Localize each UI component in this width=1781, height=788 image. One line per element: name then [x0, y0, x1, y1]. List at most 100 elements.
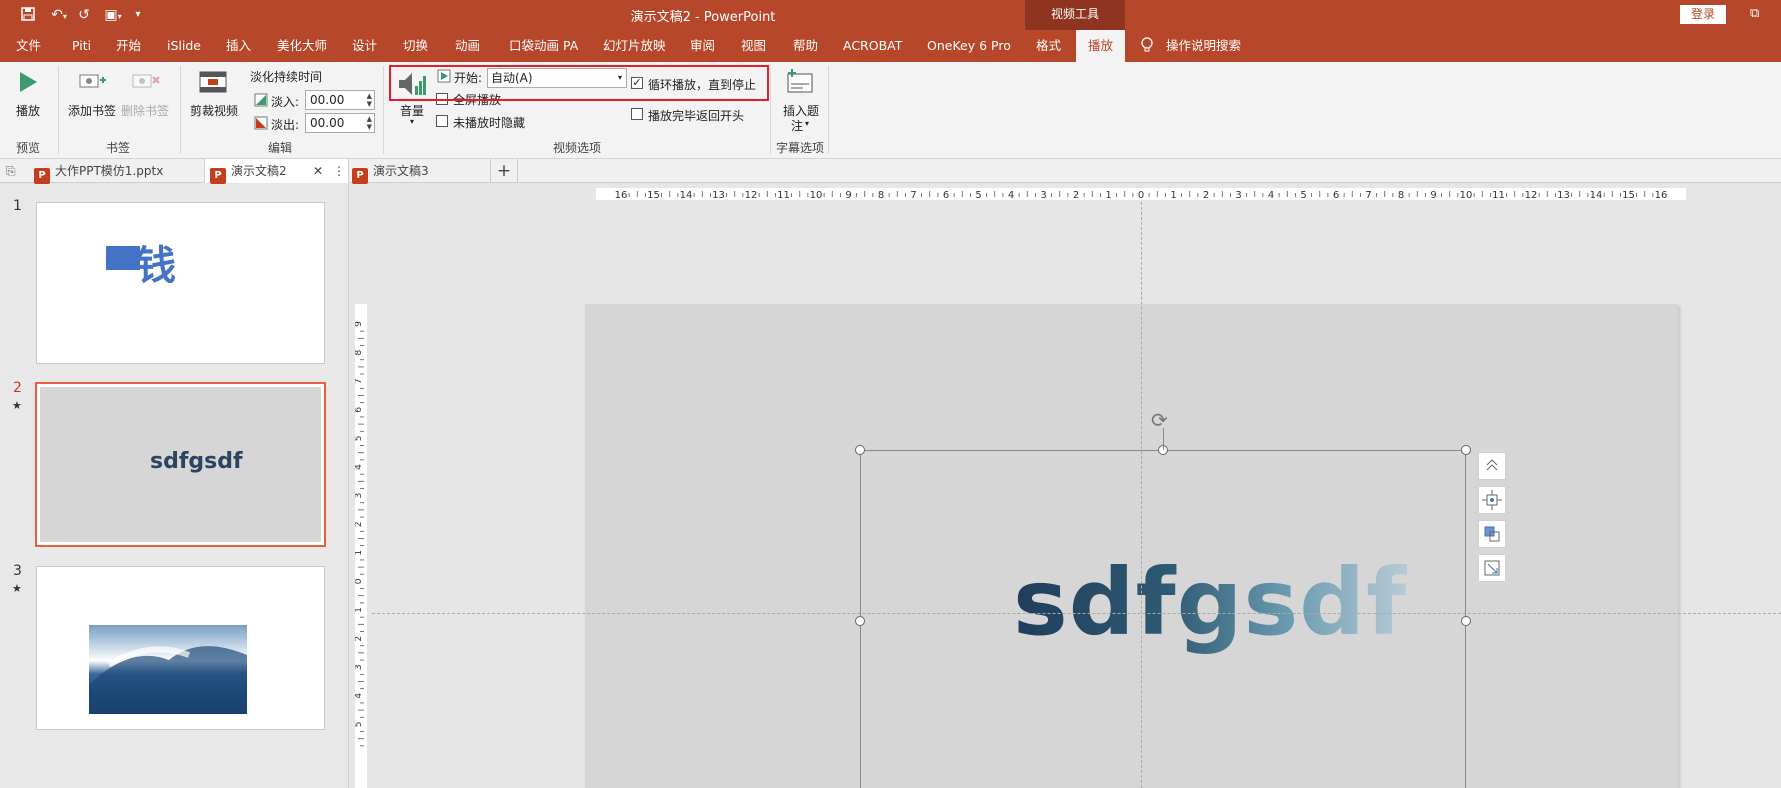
ruler-label: 0 — [355, 578, 364, 584]
tab-beautify[interactable]: 美化大师 — [277, 30, 327, 62]
group-preview-label: 预览 — [16, 141, 41, 155]
chevron-up-icon — [1486, 459, 1498, 471]
rewind-checkbox[interactable] — [631, 108, 643, 120]
spin-arrows-icon[interactable]: ▲ ▼ — [367, 92, 372, 108]
ruler-label: 3 — [1040, 190, 1046, 200]
hide-not-playing-checkbox[interactable] — [436, 115, 448, 127]
ruler-label: 2 — [355, 521, 364, 527]
tab-piti[interactable]: Piti — [72, 30, 91, 62]
ribbon-tabs: 文件 Piti 开始 iSlide 插入 美化大师 设计 切换 动画 口袋动画 … — [0, 30, 1781, 62]
slide-thumbnail-3[interactable] — [36, 566, 325, 730]
tab-format[interactable]: 格式 — [1036, 30, 1061, 62]
horizontal-ruler-ticks: 16 15 14 13 12 11 10 9 8 7 6 5 4 3 2 1 0 1 2 3 4 5 6 7 8 9 10 11 12 1… — [615, 190, 1668, 201]
ruler-label: 8 — [878, 190, 884, 200]
fade-in-stepper[interactable]: 00.00 ▲ ▼ — [305, 90, 375, 110]
ruler-label: 2 — [1203, 190, 1209, 200]
fade-in-label: 淡入: — [271, 95, 300, 109]
ruler-label: 1 — [355, 607, 364, 613]
ruler-label: 13 — [1557, 190, 1570, 200]
ruler-label: 4 — [1268, 190, 1274, 200]
tab-help[interactable]: 帮助 — [793, 30, 818, 62]
group-divider — [180, 66, 181, 154]
group-bookmarks-label: 书签 — [106, 141, 131, 155]
tab-acrobat[interactable]: ACROBAT — [843, 30, 902, 62]
ruler-label: 7 — [355, 378, 364, 384]
ruler-label: 11 — [1492, 190, 1505, 200]
document-tab[interactable]: P 演示文稿3 — [352, 159, 429, 184]
tab-view[interactable]: 视图 — [741, 30, 766, 62]
close-icon[interactable]: ✕ — [313, 159, 323, 183]
play-button[interactable]: 播放 — [16, 102, 40, 119]
horizontal-ruler: 16 15 14 13 12 11 10 9 8 7 6 5 4 3 2 1 0 1 2 3 4 5 6 7 8 9 10 11 12 1… — [596, 188, 1686, 201]
vertical-guide[interactable] — [1141, 202, 1142, 788]
fade-out-stepper[interactable]: 00.00 ▲ ▼ — [305, 113, 375, 133]
play-icon[interactable] — [17, 70, 39, 97]
tab-playback[interactable]: 播放 — [1076, 30, 1126, 62]
group-divider — [770, 66, 771, 154]
horizontal-guide[interactable] — [372, 613, 1781, 614]
volume-dropdown-icon[interactable]: ▾ — [410, 117, 414, 126]
slide-thumbnail-1[interactable]: 钱 — [36, 202, 325, 364]
tab-pocket-anim[interactable]: 口袋动画 PA — [509, 30, 578, 62]
slide-canvas[interactable]: ⟳ sdfgsdf — [585, 304, 1678, 788]
resize-handle[interactable] — [1461, 445, 1471, 455]
rotate-handle-icon[interactable]: ⟳ — [1151, 408, 1168, 432]
window-title: 演示文稿2 - PowerPoint — [630, 10, 776, 25]
document-tab-strip: ⎘ P 大作PPT模仿1.pptx P 演示文稿2 ✕ ⋮ P 演示文稿3 + — [0, 159, 1781, 184]
blue-rectangle-shape — [106, 246, 140, 270]
restore-window-icon[interactable]: ⧉ — [1750, 6, 1768, 22]
ruler-label: 12 — [1525, 190, 1538, 200]
resize-handle[interactable] — [855, 616, 865, 626]
tab-review[interactable]: 审阅 — [690, 30, 715, 62]
resize-button[interactable] — [1478, 554, 1506, 582]
tab-home[interactable]: 开始 — [116, 30, 141, 62]
tell-me-search[interactable]: 操作说明搜索 — [1166, 30, 1241, 62]
trim-video-button[interactable]: 剪裁视频 — [190, 102, 238, 119]
group-editing-label: 编辑 — [268, 141, 293, 155]
fade-in-value: 00.00 — [310, 93, 345, 107]
layout-options-button[interactable] — [1478, 452, 1506, 480]
tab-insert[interactable]: 插入 — [226, 30, 251, 62]
trim-video-icon[interactable] — [197, 68, 231, 101]
group-divider — [828, 66, 829, 154]
lightbulb-icon — [1140, 30, 1154, 62]
spin-arrows-icon[interactable]: ▲ ▼ — [367, 115, 372, 131]
resize-handle[interactable] — [855, 445, 865, 455]
ruler-label: 3 — [355, 664, 364, 670]
tab-design[interactable]: 设计 — [352, 30, 377, 62]
document-tab[interactable]: P 大作PPT模仿1.pptx — [34, 159, 163, 184]
document-tab-active[interactable]: P 演示文稿2 ✕ ⋮ — [204, 159, 349, 184]
arrange-button[interactable] — [1478, 520, 1506, 548]
more-options-icon[interactable]: ⋮ — [333, 159, 345, 183]
tab-slideshow[interactable]: 幻灯片放映 — [603, 30, 666, 62]
slide-main-text[interactable]: sdfgsdf — [1013, 549, 1407, 656]
ruler-label: 15 — [647, 190, 660, 200]
resize-handle[interactable] — [1461, 616, 1471, 626]
insert-caption-icon[interactable] — [785, 68, 815, 99]
tab-islide[interactable]: iSlide — [167, 30, 201, 62]
ruler-label: 12 — [745, 190, 758, 200]
ruler-label: 1 — [355, 550, 364, 556]
new-tab-button[interactable]: + — [490, 159, 518, 183]
vertical-ruler-ticks: 9 8 7 6 5 4 3 2 1 0 1 2 3 4 5 — [354, 321, 364, 747]
login-button[interactable]: 登录 — [1680, 5, 1726, 24]
tab-onekey[interactable]: OneKey 6 Pro — [927, 30, 1011, 62]
tab-animations[interactable]: 动画 — [455, 30, 480, 62]
fade-out-value: 00.00 — [310, 116, 345, 130]
crop-position-button[interactable] — [1478, 486, 1506, 514]
tab-transitions[interactable]: 切换 — [403, 30, 428, 62]
add-bookmark-icon[interactable] — [78, 70, 108, 97]
add-bookmark-button[interactable]: 添加书签 — [68, 102, 116, 119]
title-bar: ↶▾ ↺ ▣▾ ▾ 演示文稿2 - PowerPoint 视频工具 登录 ⧉ — [0, 0, 1781, 30]
tab-strip-menu-icon[interactable]: ⎘ — [6, 159, 16, 183]
insert-caption-button-line2[interactable]: 注 — [791, 117, 803, 134]
ruler-label: 5 — [355, 436, 364, 442]
hide-not-playing-label: 未播放时隐藏 — [453, 116, 526, 130]
slide-thumbnail-2[interactable]: sdfgsdf — [35, 382, 326, 547]
ruler-label: 8 — [355, 349, 364, 355]
ruler-label: 0 — [1138, 190, 1144, 200]
caption-dropdown-icon[interactable]: ▾ — [805, 119, 809, 128]
ruler-label: 1 — [1105, 190, 1111, 200]
tab-file[interactable]: 文件 — [16, 30, 41, 62]
arrange-icon — [1484, 526, 1500, 542]
